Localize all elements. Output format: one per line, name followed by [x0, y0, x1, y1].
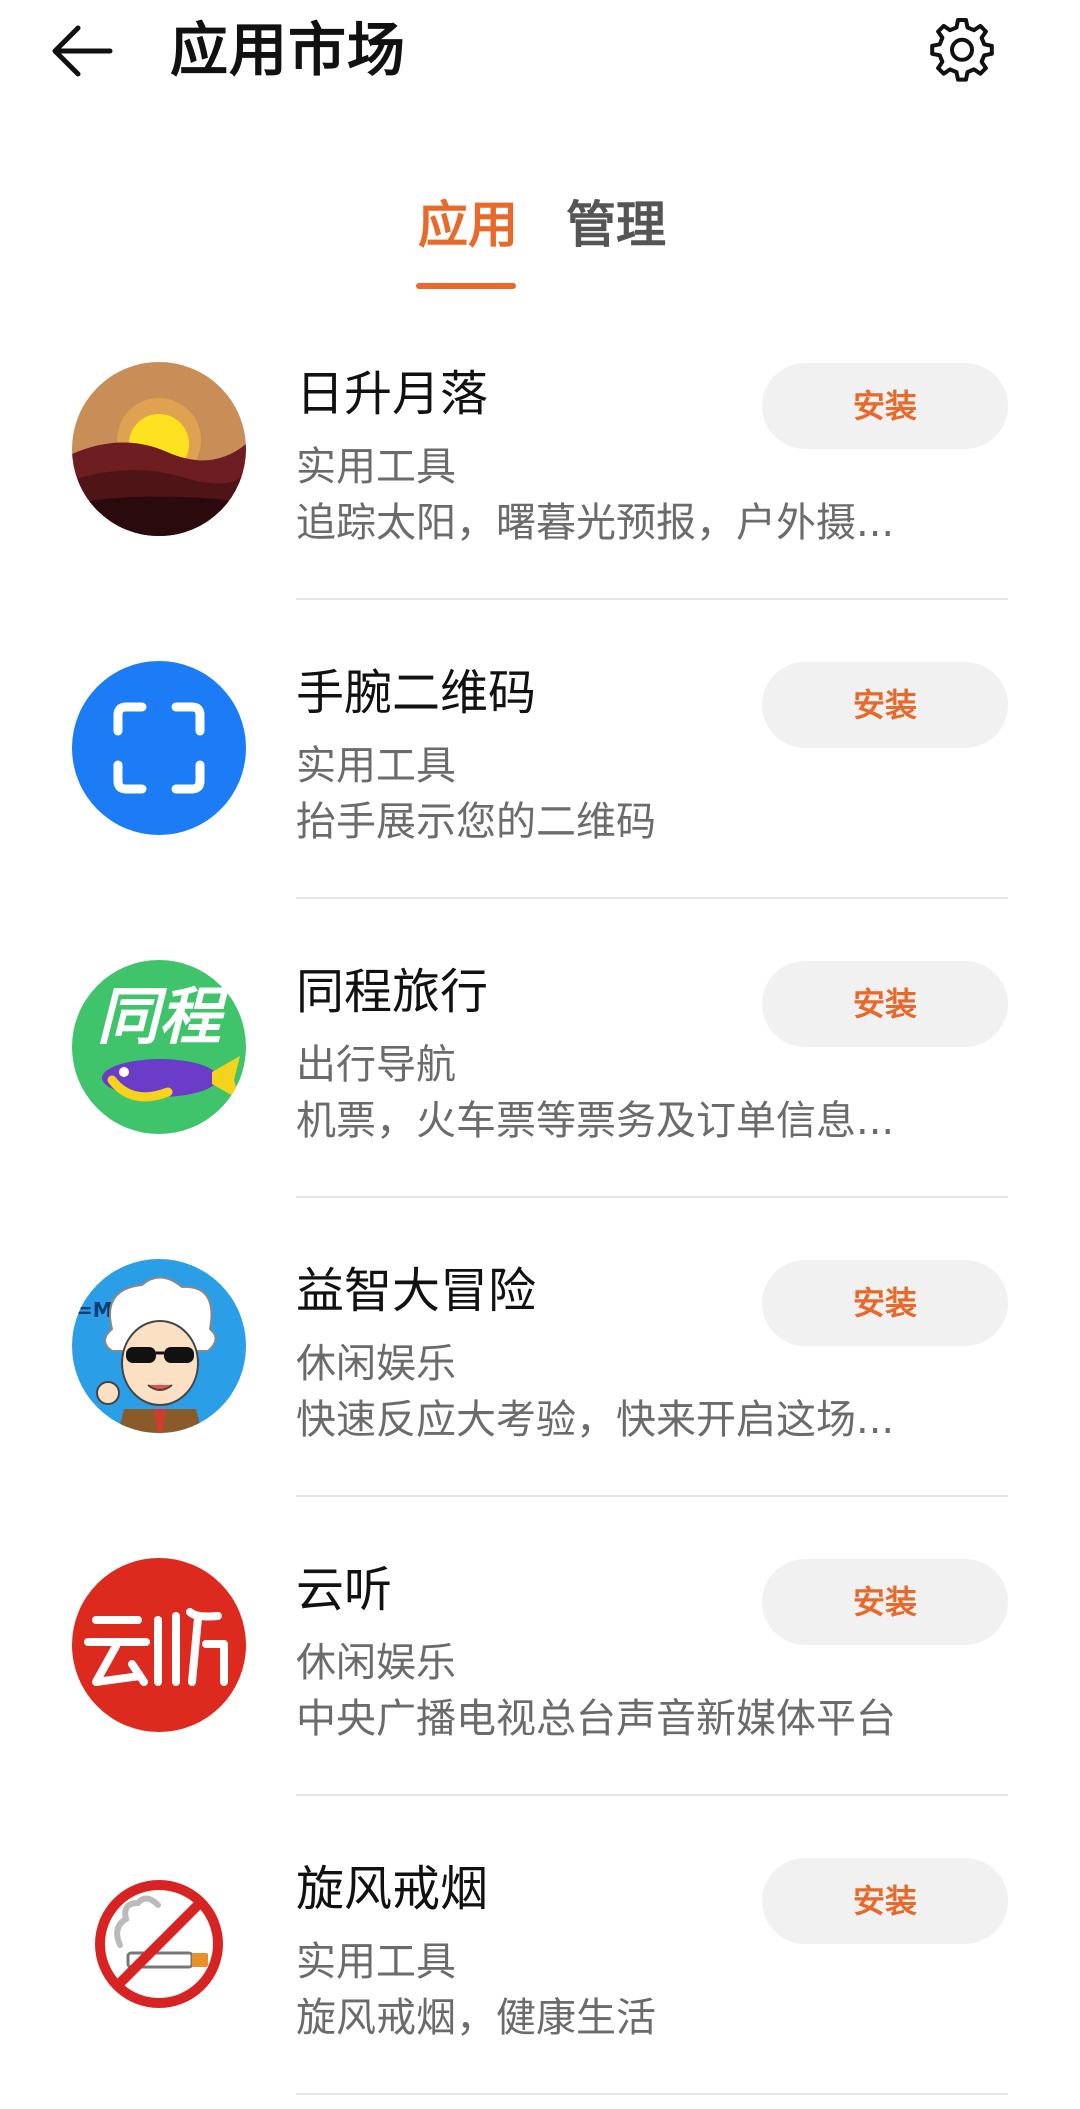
einstein-cartoon-icon: =MC	[72, 1259, 246, 1433]
sunset-icon	[72, 362, 246, 536]
app-name: 同程旅行	[296, 964, 489, 1020]
install-button[interactable]: 安装	[762, 961, 1008, 1047]
app-item-wrist-qr[interactable]: 手腕二维码 实用工具 抬手展示您的二维码 安装	[0, 599, 1080, 899]
tab-apps[interactable]: 应用	[418, 190, 518, 260]
app-description: 中央广播电视总台声音新媒体平台	[296, 1696, 896, 1742]
app-category: 实用工具	[296, 444, 456, 490]
app-item-tongcheng[interactable]: 同程 同程旅行 出行导航 机票，火车票等票务及订单信息... 安装	[0, 898, 1080, 1198]
divider	[296, 2093, 1008, 2095]
arrow-left-icon	[52, 25, 113, 77]
no-smoking-icon	[72, 1857, 246, 2031]
top-bar: 应用市场	[0, 0, 1080, 110]
app-name: 云听	[296, 1562, 393, 1618]
app-name: 手腕二维码	[296, 665, 537, 721]
tab-manage[interactable]: 管理	[566, 190, 666, 260]
app-category: 出行导航	[296, 1042, 456, 1088]
tab-bar: 应用 管理	[0, 190, 1080, 300]
install-button[interactable]: 安装	[762, 1559, 1008, 1645]
page-title: 应用市场	[170, 16, 407, 84]
app-description: 机票，火车票等票务及订单信息...	[296, 1098, 895, 1144]
app-name: 益智大冒险	[296, 1263, 537, 1319]
app-item-quit-smoking[interactable]: 旋风戒烟 实用工具 旋风戒烟，健康生活 安装	[0, 1795, 1080, 2095]
app-name: 旋风戒烟	[296, 1861, 489, 1917]
install-button[interactable]: 安装	[762, 363, 1008, 449]
app-description: 追踪太阳，曙暮光预报，户外摄...	[296, 500, 895, 546]
gear-icon	[930, 18, 994, 82]
app-item-puzzle-adventure[interactable]: =MC 益智大冒险 休闲娱乐 快速反应大考验，快来开启这场... 安装	[0, 1197, 1080, 1497]
app-category: 实用工具	[296, 743, 456, 789]
app-category: 休闲娱乐	[296, 1341, 456, 1387]
qr-scan-icon	[72, 661, 246, 835]
app-description: 旋风戒烟，健康生活	[296, 1995, 656, 2041]
tongcheng-logo: 同程	[72, 960, 246, 1134]
app-category: 休闲娱乐	[296, 1640, 456, 1686]
back-button[interactable]	[48, 14, 118, 84]
install-button[interactable]: 安装	[762, 1260, 1008, 1346]
settings-button[interactable]	[925, 12, 999, 86]
install-button[interactable]: 安装	[762, 1858, 1008, 1944]
app-item-riseng[interactable]: 日升月落 实用工具 追踪太阳，曙暮光预报，户外摄... 安装	[0, 300, 1080, 600]
app-name: 日升月落	[296, 366, 489, 422]
yunting-logo	[72, 1558, 246, 1732]
app-description: 快速反应大考验，快来开启这场...	[296, 1397, 895, 1443]
icon-logo-text: 同程	[97, 980, 229, 1053]
app-item-yunting[interactable]: 云听 休闲娱乐 中央广播电视总台声音新媒体平台 安装	[0, 1496, 1080, 1796]
app-category: 实用工具	[296, 1939, 456, 1985]
active-tab-indicator	[416, 283, 516, 289]
install-button[interactable]: 安装	[762, 662, 1008, 748]
app-description: 抬手展示您的二维码	[296, 799, 656, 845]
